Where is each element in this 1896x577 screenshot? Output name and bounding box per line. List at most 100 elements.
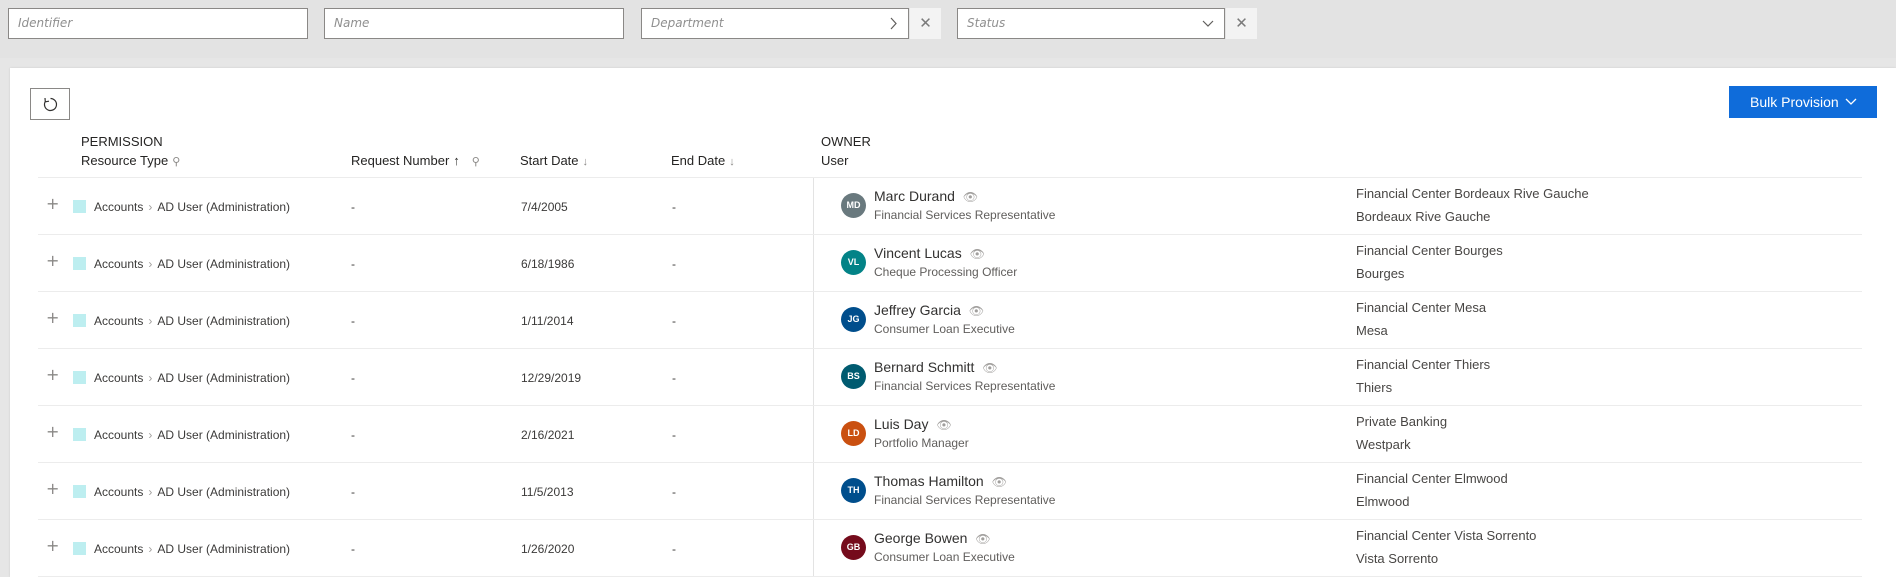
location-primary: Financial Center Bourges xyxy=(1356,243,1503,258)
column-start-date[interactable]: Start Date ↓ xyxy=(520,153,588,168)
user-title: Consumer Loan Executive xyxy=(874,550,1015,564)
chevron-right-icon: › xyxy=(148,485,153,499)
eye-icon[interactable]: 👁︎ xyxy=(982,361,997,375)
eye-icon[interactable]: 👁︎ xyxy=(975,532,990,546)
column-resource-type[interactable]: Resource Type ⚲ xyxy=(81,153,180,168)
column-end-date[interactable]: End Date ↓ xyxy=(671,153,735,168)
expand-row-button[interactable]: + xyxy=(46,310,59,326)
resource-type-cell: Accounts › AD User (Administration) xyxy=(94,257,290,271)
table-row[interactable]: + Accounts › AD User (Administration) - 12… xyxy=(38,349,1862,405)
column-end-date-label: End Date xyxy=(671,153,726,168)
status-placeholder: Status xyxy=(967,16,1006,30)
resource-name: AD User (Administration) xyxy=(157,428,291,442)
location-primary: Financial Center Bordeaux Rive Gauche xyxy=(1356,186,1589,201)
close-icon: ✕ xyxy=(1235,14,1248,32)
resource-type-icon xyxy=(73,257,86,270)
department-placeholder: Department xyxy=(651,16,724,30)
resource-type-icon xyxy=(73,200,86,213)
location-primary: Financial Center Mesa xyxy=(1356,300,1487,315)
resource-name: AD User (Administration) xyxy=(157,257,291,271)
bulk-provision-button[interactable]: Bulk Provision xyxy=(1729,86,1877,118)
identifier-input[interactable]: Identifier xyxy=(8,8,308,39)
resource-category: Accounts xyxy=(94,257,144,271)
expand-row-button[interactable]: + xyxy=(46,424,59,440)
search-icon[interactable]: ⚲ xyxy=(472,156,480,168)
eye-icon[interactable]: 👁︎ xyxy=(963,190,978,204)
resource-type-cell: Accounts › AD User (Administration) xyxy=(94,485,290,499)
chevron-right-icon: › xyxy=(148,200,153,214)
status-clear-button[interactable]: ✕ xyxy=(1226,8,1257,39)
department-clear-button[interactable]: ✕ xyxy=(910,8,941,39)
end-date-cell: - xyxy=(672,200,676,214)
location-secondary: Elmwood xyxy=(1356,494,1410,509)
department-picker[interactable]: Department xyxy=(641,8,909,39)
close-icon: ✕ xyxy=(919,14,932,32)
user-name-label: George Bowen xyxy=(874,530,968,546)
location-secondary: Bordeaux Rive Gauche xyxy=(1356,209,1491,224)
table-row[interactable]: + Accounts › AD User (Administration) - 6/… xyxy=(38,235,1862,291)
chevron-down-icon xyxy=(1845,86,1857,129)
table-row[interactable]: + Accounts › AD User (Administration) - 1/… xyxy=(38,520,1862,576)
end-date-cell: - xyxy=(672,428,676,442)
resource-type-icon xyxy=(73,428,86,441)
table-row[interactable]: + Accounts › AD User (Administration) - 2/… xyxy=(38,406,1862,462)
sort-descending-icon: ↓ xyxy=(582,156,589,168)
avatar: JG xyxy=(841,307,866,332)
resource-name: AD User (Administration) xyxy=(157,314,291,328)
table-row[interactable]: + Accounts › AD User (Administration) - 11… xyxy=(38,463,1862,519)
request-number-cell: - xyxy=(351,485,355,499)
column-user[interactable]: User xyxy=(821,153,848,168)
resource-type-icon xyxy=(73,314,86,327)
user-name[interactable]: Luis Day 👁︎ xyxy=(874,416,952,432)
location-primary: Financial Center Vista Sorrento xyxy=(1356,528,1537,543)
user-name-label: Marc Durand xyxy=(874,188,955,204)
resource-type-cell: Accounts › AD User (Administration) xyxy=(94,314,290,328)
status-dropdown[interactable]: Status xyxy=(957,8,1225,39)
resource-category: Accounts xyxy=(94,428,144,442)
avatar: VL xyxy=(841,250,866,275)
start-date-cell: 7/4/2005 xyxy=(521,200,568,214)
avatar: TH xyxy=(841,478,866,503)
end-date-cell: - xyxy=(672,485,676,499)
user-name[interactable]: Jeffrey Garcia 👁︎ xyxy=(874,302,984,318)
user-title: Cheque Processing Officer xyxy=(874,265,1018,279)
resource-category: Accounts xyxy=(94,542,144,556)
end-date-cell: - xyxy=(672,257,676,271)
request-number-cell: - xyxy=(351,371,355,385)
user-title: Financial Services Representative xyxy=(874,208,1056,222)
expand-row-button[interactable]: + xyxy=(46,196,59,212)
user-name-label: Jeffrey Garcia xyxy=(874,302,961,318)
resource-category: Accounts xyxy=(94,200,144,214)
name-input[interactable]: Name xyxy=(324,8,624,39)
resource-name: AD User (Administration) xyxy=(157,485,291,499)
filter-bar: Identifier Name Department ✕ Status ✕ xyxy=(0,0,1896,58)
user-title: Financial Services Representative xyxy=(874,379,1056,393)
start-date-cell: 2/16/2021 xyxy=(521,428,575,442)
expand-row-button[interactable]: + xyxy=(46,367,59,383)
bulk-provision-label: Bulk Provision xyxy=(1750,94,1839,110)
refresh-button[interactable] xyxy=(30,88,70,120)
eye-icon[interactable]: 👁︎ xyxy=(969,304,984,318)
chevron-right-icon: › xyxy=(148,257,153,271)
expand-row-button[interactable]: + xyxy=(46,253,59,269)
user-name[interactable]: Vincent Lucas 👁︎ xyxy=(874,245,985,261)
location-secondary: Thiers xyxy=(1356,380,1393,395)
location-primary: Private Banking xyxy=(1356,414,1448,429)
search-icon[interactable]: ⚲ xyxy=(172,156,180,168)
user-name[interactable]: Thomas Hamilton 👁︎ xyxy=(874,473,1007,489)
resource-name: AD User (Administration) xyxy=(157,542,291,556)
eye-icon[interactable]: 👁︎ xyxy=(992,475,1007,489)
table-row[interactable]: + Accounts › AD User (Administration) - 7/… xyxy=(38,178,1862,234)
chevron-right-icon: › xyxy=(148,371,153,385)
expand-row-button[interactable]: + xyxy=(46,538,59,554)
expand-row-button[interactable]: + xyxy=(46,481,59,497)
user-name[interactable]: George Bowen 👁︎ xyxy=(874,530,991,546)
user-name[interactable]: Marc Durand 👁︎ xyxy=(874,188,978,204)
eye-icon[interactable]: 👁︎ xyxy=(970,247,985,261)
user-name[interactable]: Bernard Schmitt 👁︎ xyxy=(874,359,998,375)
eye-icon[interactable]: 👁︎ xyxy=(936,418,951,432)
column-request-number[interactable]: Request Number ↑ ⚲ xyxy=(351,153,480,168)
resource-type-cell: Accounts › AD User (Administration) xyxy=(94,200,290,214)
location-primary: Financial Center Thiers xyxy=(1356,357,1491,372)
table-row[interactable]: + Accounts › AD User (Administration) - 1/… xyxy=(38,292,1862,348)
